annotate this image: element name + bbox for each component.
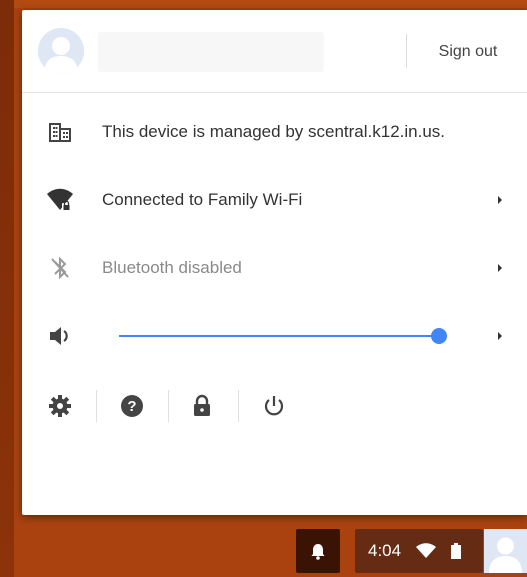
button-divider [96,390,97,422]
power-button[interactable] [256,388,292,424]
shelf-user-avatar[interactable] [484,529,527,573]
chevron-right-icon[interactable] [492,190,508,210]
user-avatar-icon [38,28,84,74]
managed-device-row[interactable]: This device is managed by scentral.k12.i… [22,104,527,160]
building-icon [46,118,74,146]
wifi-lock-icon [46,186,74,214]
header-divider [406,34,407,68]
wifi-icon [416,543,437,558]
status-area[interactable]: 4:04 [355,529,483,573]
bluetooth-row[interactable]: Bluetooth disabled [22,240,527,296]
wifi-label: Connected to Family Wi-Fi [102,190,303,209]
wallpaper [0,0,527,8]
lock-button[interactable] [184,388,220,424]
wallpaper-edge [0,0,14,577]
chevron-right-icon[interactable] [492,326,508,346]
lock-icon [194,394,210,416]
chevron-right-icon[interactable] [492,258,508,278]
volume-slider-thumb[interactable] [431,328,447,344]
button-divider [168,390,169,422]
managed-device-label: This device is managed by scentral.k12.i… [102,122,446,141]
settings-button[interactable] [42,388,78,424]
volume-slider-track[interactable] [119,335,439,337]
battery-icon [451,543,462,559]
user-avatar-icon [484,529,527,573]
bluetooth-label: Bluetooth disabled [102,258,242,277]
system-tray-menu: Sign out This device is managed by scent… [22,10,527,515]
help-button[interactable]: ? [114,388,150,424]
gear-icon [49,395,71,417]
bluetooth-disabled-icon [46,254,74,282]
sign-out-button[interactable]: Sign out [418,34,518,70]
speaker-icon[interactable] [46,322,74,350]
svg-text:?: ? [127,398,136,415]
power-icon [264,396,284,416]
account-name [98,32,324,72]
wifi-row[interactable]: Connected to Family Wi-Fi [22,172,527,228]
clock: 4:04 [368,541,402,560]
button-divider [238,390,239,422]
help-icon: ? [121,395,143,417]
account-header: Sign out [22,10,527,93]
bottom-button-row: ? [22,378,527,434]
user-avatar [38,28,84,74]
notification-button[interactable] [296,529,340,573]
volume-row [22,308,527,364]
notification-bell-icon [311,544,325,560]
